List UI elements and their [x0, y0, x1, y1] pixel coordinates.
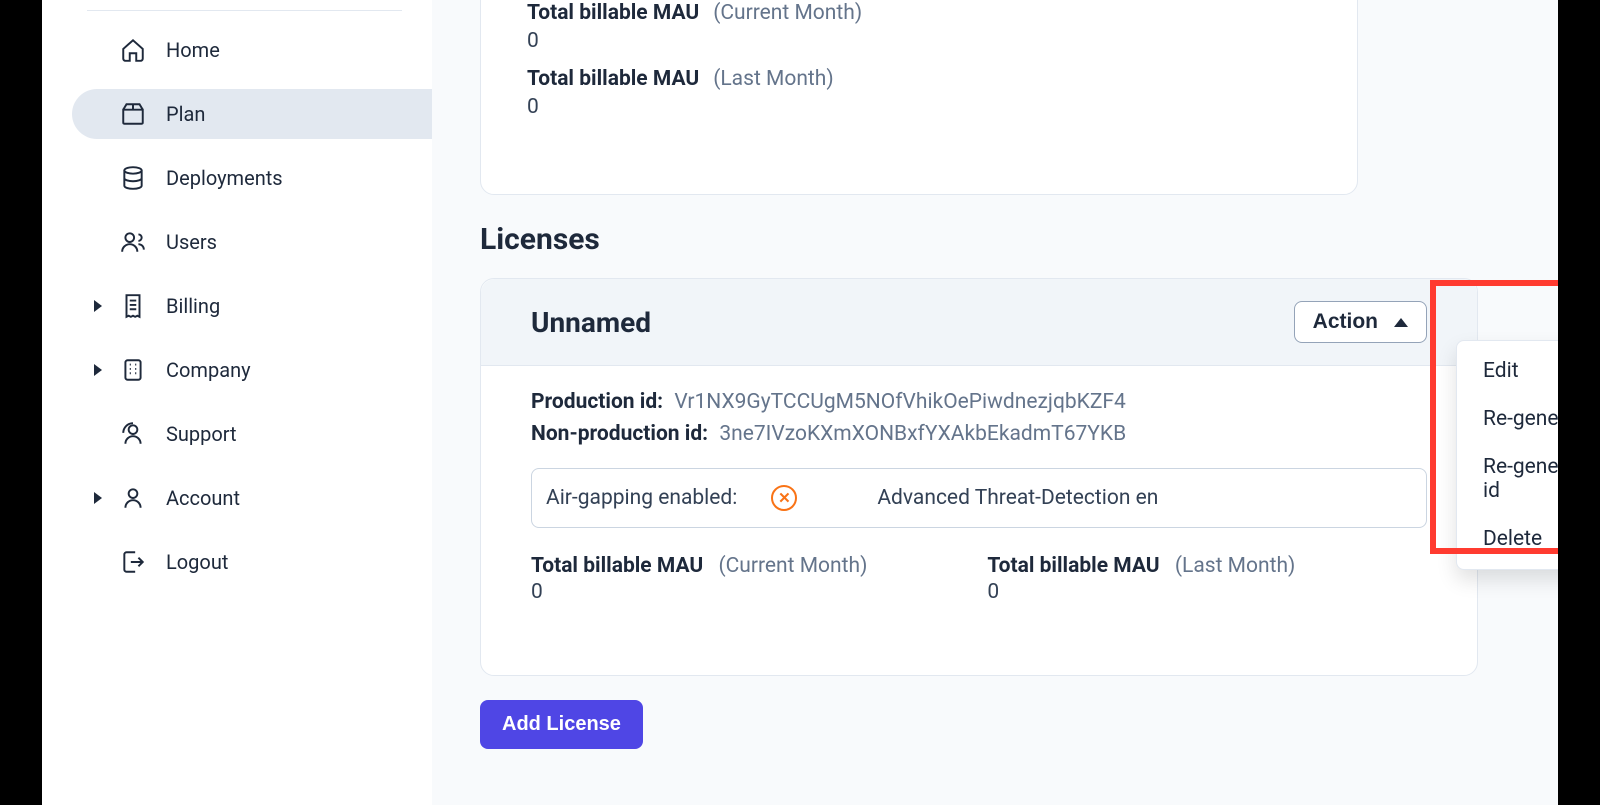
sidebar-item-deployments[interactable]: Deployments: [72, 153, 432, 203]
metric-sublabel: (Current Month): [718, 554, 867, 578]
sidebar-item-label: Deployments: [166, 166, 283, 190]
main-content: Total billable MAU (Current Month) 0 Tot…: [432, 0, 1558, 805]
sidebar-item-label: Home: [166, 38, 220, 62]
sidebar-item-label: Billing: [166, 294, 220, 318]
metric-label: Total billable MAU: [531, 554, 703, 578]
sidebar-item-home[interactable]: Home: [72, 25, 432, 75]
database-icon: [120, 165, 146, 191]
license-card: Unnamed Action Production id: Vr1NX9GyTC…: [480, 278, 1478, 676]
metric-current-header: Total billable MAU (Current Month): [527, 1, 1311, 25]
metric-last-header: Total billable MAU (Last Month): [527, 67, 1311, 91]
x-circle-icon: ✕: [771, 485, 797, 511]
production-id-row: Production id: Vr1NX9GyTCCUgM5NOfVhikOeP…: [531, 390, 1427, 414]
user-icon: [120, 485, 146, 511]
receipt-icon: [120, 293, 146, 319]
building-icon: [120, 357, 146, 383]
action-menu-regen-nonprod[interactable]: Re-generate non-production id: [1457, 443, 1558, 515]
top-metrics-card: Total billable MAU (Current Month) 0 Tot…: [480, 0, 1358, 195]
metric-sublabel: (Last Month): [713, 67, 834, 91]
metric-label: Total billable MAU: [987, 554, 1159, 578]
action-menu-edit[interactable]: Edit: [1457, 347, 1558, 395]
license-name: Unnamed: [531, 306, 651, 339]
production-id-label: Production id:: [531, 390, 663, 414]
metric-value: 0: [987, 580, 1295, 604]
sidebar-item-billing[interactable]: Billing: [72, 281, 432, 331]
license-metric-current: Total billable MAU (Current Month) 0: [531, 554, 867, 618]
sidebar-item-label: Company: [166, 358, 251, 382]
chevron-right-icon: [94, 492, 102, 504]
license-flags: Air-gapping enabled: ✕ Advanced Threat-D…: [531, 468, 1427, 528]
action-menu-delete[interactable]: Delete: [1457, 515, 1558, 563]
action-dropdown-button[interactable]: Action: [1294, 301, 1427, 343]
metric-label: Total billable MAU: [527, 1, 699, 25]
add-license-button[interactable]: Add License: [480, 700, 643, 749]
sidebar-item-label: Account: [166, 486, 240, 510]
license-metric-last: Total billable MAU (Last Month) 0: [987, 554, 1295, 618]
sidebar-item-label: Support: [166, 422, 237, 446]
caret-up-icon: [1394, 318, 1408, 327]
action-menu-regen-prod[interactable]: Re-generate production id: [1457, 395, 1558, 443]
action-dropdown-menu: Edit Re-generate production id Re-genera…: [1456, 340, 1558, 570]
logout-icon: [120, 549, 146, 575]
plan-icon: [120, 101, 146, 127]
sidebar-item-label: Logout: [166, 550, 228, 574]
atd-label: Advanced Threat-Detection en: [877, 486, 1158, 510]
sidebar-divider: [87, 10, 402, 11]
license-card-header: Unnamed Action: [481, 279, 1477, 366]
action-label: Action: [1313, 310, 1378, 334]
sidebar-item-label: Plan: [166, 102, 205, 126]
sidebar-item-account[interactable]: Account: [72, 473, 432, 523]
chevron-right-icon: [94, 364, 102, 376]
chevron-right-icon: [94, 300, 102, 312]
nonproduction-id-row: Non-production id: 3ne7IVzoKXmXONBxfYXAk…: [531, 422, 1427, 446]
support-icon: [120, 421, 146, 447]
users-icon: [120, 229, 146, 255]
metric-value: 0: [531, 580, 867, 604]
metric-label: Total billable MAU: [527, 67, 699, 91]
sidebar-item-label: Users: [166, 230, 217, 254]
sidebar-item-company[interactable]: Company: [72, 345, 432, 395]
metric-last-value: 0: [527, 95, 1311, 119]
sidebar-item-plan[interactable]: Plan: [72, 89, 432, 139]
licenses-heading: Licenses: [480, 222, 600, 257]
sidebar-item-support[interactable]: Support: [72, 409, 432, 459]
sidebar-item-logout[interactable]: Logout: [72, 537, 432, 587]
sidebar: Home Plan Deployments Users: [42, 0, 432, 805]
air-gapping-label: Air-gapping enabled:: [546, 486, 737, 510]
home-icon: [120, 37, 146, 63]
metric-sublabel: (Current Month): [713, 1, 862, 25]
sidebar-item-users[interactable]: Users: [72, 217, 432, 267]
metric-current-value: 0: [527, 29, 1311, 53]
nonproduction-id-value: 3ne7IVzoKXmXONBxfYXAkbEkadmT67YKB: [719, 422, 1126, 446]
production-id-value: Vr1NX9GyTCCUgM5NOfVhikOePiwdnezjqbKZF4: [674, 390, 1126, 414]
metric-sublabel: (Last Month): [1175, 554, 1296, 578]
nonproduction-id-label: Non-production id:: [531, 422, 708, 446]
